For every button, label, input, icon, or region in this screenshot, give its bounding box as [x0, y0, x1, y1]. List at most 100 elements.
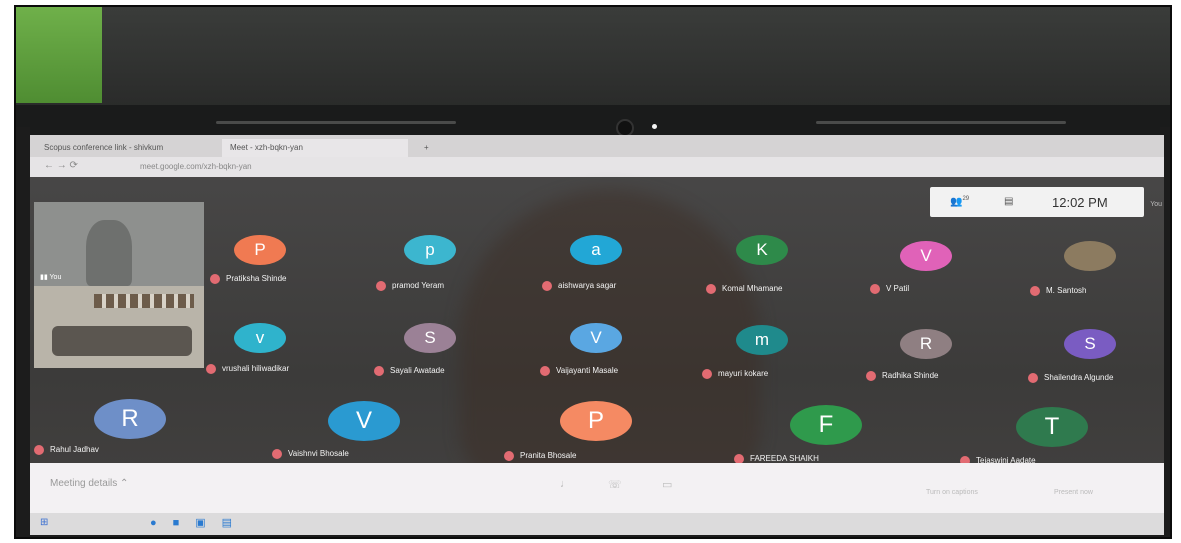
participant-name: Shailendra Algunde — [1028, 372, 1113, 384]
webcam-led — [652, 124, 657, 129]
participant-name: V Patil — [870, 283, 909, 295]
participant-name-text: V Patil — [886, 284, 910, 293]
participant-avatar: V — [328, 401, 400, 441]
participant-name-text: pramod Yeram — [392, 281, 445, 290]
participant-name: Pranita Bhosale — [504, 450, 576, 462]
participant-name: vrushali hiliwadikar — [206, 363, 289, 375]
hangup-icon[interactable]: ☏ — [608, 478, 622, 491]
mic-muted-icon — [542, 280, 552, 291]
participant-name-text: mayuri kokare — [718, 369, 769, 378]
participant-name: aishwarya sagar — [542, 280, 616, 292]
meet-top-bar: 👥29 ▤ 12:02 PM You — [930, 187, 1162, 217]
participant-name-text: Radhika Shinde — [882, 371, 939, 380]
participant-name: Rahul Jadhav — [34, 444, 99, 456]
participant-name-text: aishwarya sagar — [558, 281, 617, 290]
windows-start-icon[interactable]: ⊞ — [40, 517, 48, 528]
mic-muted-icon — [272, 448, 282, 459]
mic-muted-icon — [504, 450, 514, 461]
mic-muted-icon — [870, 283, 880, 294]
participant-avatar: p — [404, 235, 456, 265]
url-text: meet.google.com/xzh-bqkn-yan — [140, 162, 252, 171]
participant-name-text: Vaijayanti Masale — [556, 366, 619, 375]
participant-name: M. Santosh — [1030, 285, 1086, 297]
tab-meet[interactable]: Meet - xzh-bqkn-yan — [222, 139, 408, 157]
participant-name-text: Sayali Awatade — [390, 366, 445, 375]
mic-muted-icon — [1028, 372, 1038, 383]
participant-name: Komal Mhamane — [706, 283, 782, 295]
participant-name-text: M. Santosh — [1046, 286, 1087, 295]
participant-avatar: T — [1016, 407, 1088, 447]
wall-posters — [94, 294, 194, 308]
participant-name-text: Pranita Bhosale — [520, 451, 577, 460]
participant-name: Sayali Awatade — [374, 365, 445, 377]
participant-avatar: P — [560, 401, 632, 441]
windows-taskbar: ⊞ ●■▣▤ — [30, 513, 1164, 535]
participant-avatar: K — [736, 235, 788, 265]
participant-avatar: F — [790, 405, 862, 445]
self-video-tile[interactable]: ▮▮ You — [34, 202, 204, 286]
meet-bottom-bar: Meeting details ⌃ ♩ ☏ ▭ Turn on captions… — [30, 463, 1164, 513]
participant-name-text: Pratiksha Shinde — [226, 274, 287, 283]
participant-name: Pratiksha Shinde — [210, 273, 286, 285]
mic-muted-icon — [206, 363, 216, 374]
bezel-line-left — [216, 121, 456, 124]
captions-button[interactable]: Turn on captions — [926, 489, 978, 496]
tab-bar: Scopus conference link - shivkum Meet - … — [30, 135, 1164, 157]
participant-name: Vaijayanti Masale — [540, 365, 618, 377]
classroom-video-tile[interactable] — [34, 286, 204, 368]
self-silhouette — [86, 220, 132, 286]
mic-muted-icon — [376, 280, 386, 291]
participant-avatar: a — [570, 235, 622, 265]
self-label: ▮▮ You — [40, 274, 62, 281]
address-bar[interactable]: ← → ⟳ meet.google.com/xzh-bqkn-yan — [30, 157, 1164, 177]
new-tab-button[interactable]: + — [416, 139, 452, 157]
participant-name: mayuri kokare — [702, 368, 768, 380]
tab-scopus[interactable]: Scopus conference link - shivkum — [36, 139, 232, 157]
participant-avatar: m — [736, 325, 788, 355]
mic-muted-icon — [866, 370, 876, 381]
participant-avatar: v — [234, 323, 286, 353]
monitor-background — [16, 7, 1170, 107]
mic-muted-icon — [540, 365, 550, 376]
taskbar-app-icons[interactable]: ●■▣▤ — [150, 516, 248, 529]
mic-muted-icon — [210, 273, 220, 284]
nav-back-forward-reload-icons[interactable]: ← → ⟳ — [44, 160, 78, 171]
you-label: You — [1150, 201, 1162, 208]
clock-time: 12:02 PM — [1052, 195, 1108, 210]
participant-name: pramod Yeram — [376, 280, 444, 292]
participant-avatar: V — [900, 241, 952, 271]
participant-name: Vaishnvi Bhosale — [272, 448, 349, 460]
participant-name-text: Shailendra Algunde — [1044, 373, 1114, 382]
participant-avatar — [1064, 241, 1116, 271]
participant-avatar: R — [94, 399, 166, 439]
participant-avatar: P — [234, 235, 286, 265]
browser-window: Scopus conference link - shivkum Meet - … — [30, 135, 1164, 535]
participant-avatar: S — [1064, 329, 1116, 359]
photo-of-monitor: Scopus conference link - shivkum Meet - … — [14, 5, 1172, 539]
participant-avatar: R — [900, 329, 952, 359]
mic-muted-icon — [702, 368, 712, 379]
participant-name: Radhika Shinde — [866, 370, 938, 382]
participant-name-text: Vaishnvi Bhosale — [288, 449, 349, 458]
mic-muted-icon — [374, 365, 384, 376]
participant-name-text: vrushali hiliwadikar — [222, 364, 290, 373]
screen-edge-bottom — [16, 535, 1170, 537]
green-wall-patch — [16, 7, 102, 103]
bezel-line-right — [816, 121, 1066, 124]
chat-icon[interactable]: ▤ — [1004, 196, 1013, 207]
participant-name-text: Komal Mhamane — [722, 284, 783, 293]
mic-muted-icon — [1030, 285, 1040, 296]
screen-edge-left — [16, 127, 30, 537]
participant-name-text: FAREEDA SHAIKH — [750, 454, 819, 463]
mic-muted-icon — [34, 444, 44, 455]
mic-toggle-icon[interactable]: ♩ — [560, 478, 571, 490]
participant-avatar: S — [404, 323, 456, 353]
mic-muted-icon — [706, 283, 716, 294]
students — [52, 326, 192, 356]
camera-toggle-icon[interactable]: ▭ — [662, 478, 672, 491]
participant-name-text: Rahul Jadhav — [50, 445, 99, 454]
participant-avatar: V — [570, 323, 622, 353]
present-button[interactable]: Present now — [1054, 489, 1093, 496]
meeting-details-button[interactable]: Meeting details ⌃ — [50, 478, 128, 489]
participants-icon[interactable]: 👥29 — [950, 196, 969, 207]
